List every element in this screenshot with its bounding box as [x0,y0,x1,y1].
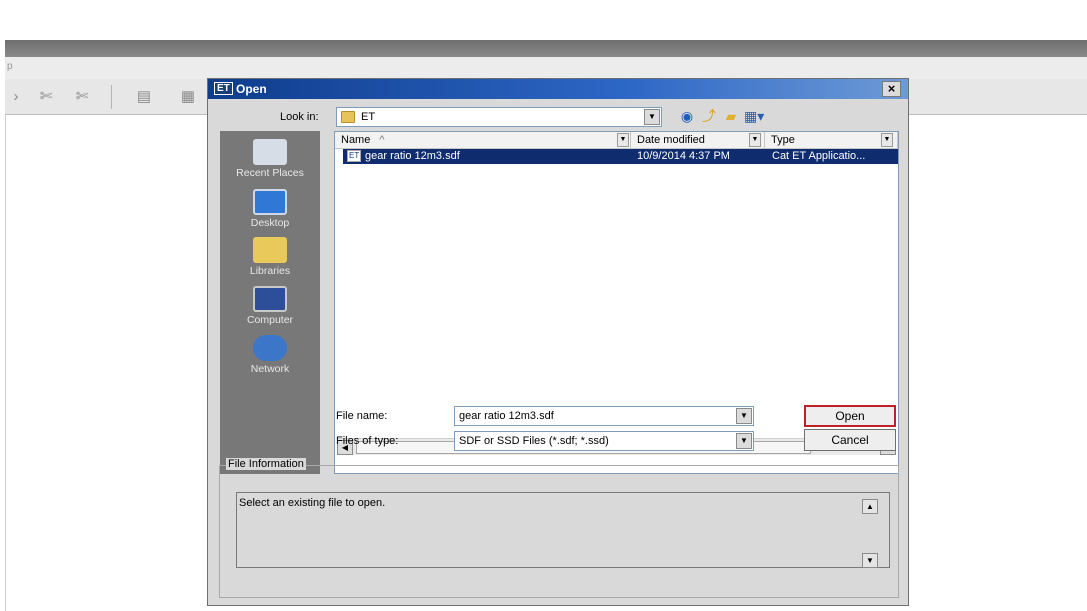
desktop-icon [253,189,287,215]
view-menu-icon[interactable]: ▦▾ [744,108,764,124]
folder-icon [341,111,355,123]
scroll-up-icon[interactable]: ▲ [862,499,878,514]
column-header-name[interactable]: Name ^ ▼ [335,132,631,149]
file-name-label: File name: [336,410,388,422]
toolbar-separator [111,85,112,109]
place-label: Recent Places [236,167,304,179]
file-name-cell: gear ratio 12m3.sdf [365,150,460,162]
place-label: Computer [246,314,294,326]
network-icon [253,335,287,361]
file-type-cell: Cat ET Applicatio... [772,150,866,162]
chevron-down-icon[interactable]: ▼ [749,133,761,147]
computer-icon [253,286,287,312]
dialog-titlebar[interactable]: ET Open × [208,79,908,99]
file-date-cell: 10/9/2014 4:37 PM [637,150,730,162]
look-in-label: Look in: [280,111,319,123]
place-label: Libraries [249,265,291,277]
file-information-legend: File Information [226,458,306,470]
chevron-down-icon[interactable]: ▼ [736,408,752,424]
file-type-select[interactable]: SDF or SSD Files (*.sdf; *.ssd) ▼ [454,431,754,451]
column-header-date[interactable]: Date modified ▼ [631,132,765,149]
file-information-box: Select an existing file to open. ▲ ▼ [236,492,890,568]
file-information-group: File Information Select an existing file… [219,458,899,598]
toolbar-arrow-icon[interactable]: › [5,88,27,106]
look-in-value: ET [361,111,376,123]
file-information-text: Select an existing file to open. [239,497,386,509]
place-computer[interactable]: Computer [220,286,320,326]
open-dialog: ET Open × Look in: ET ▼ ◉ ⤴ ▰ ▦▾ Recent … [207,78,909,606]
column-header-type[interactable]: Type ▼ [765,132,898,149]
file-name-value: gear ratio 12m3.sdf [459,410,554,422]
column-date-label: Date modified [637,134,705,146]
chevron-down-icon[interactable]: ▼ [617,133,629,147]
place-desktop[interactable]: Desktop [220,189,320,229]
cancel-button[interactable]: Cancel [804,429,896,451]
look-in-dropdown[interactable]: ET ▼ [336,107,662,127]
file-row[interactable]: ET gear ratio 12m3.sdf 10/9/2014 4:37 PM… [343,149,898,164]
et-file-icon: ET [347,150,362,162]
place-network[interactable]: Network [220,335,320,375]
chevron-down-icon[interactable]: ▼ [644,109,660,125]
dialog-title: Open [236,82,267,96]
place-libraries[interactable]: Libraries [220,237,320,277]
file-name-input[interactable]: gear ratio 12m3.sdf ▼ [454,406,754,426]
place-label: Desktop [250,217,290,229]
toolbar-connect-icon[interactable]: ✄ [35,88,57,106]
back-icon[interactable]: ◉ [678,108,696,124]
et-app-icon: ET [214,82,233,95]
toolbar-ecm-icon[interactable]: ▤ [133,88,155,106]
sort-arrow-icon: ^ [379,134,385,146]
place-label: Network [250,363,290,375]
new-folder-icon[interactable]: ▰ [722,108,740,124]
places-bar: Recent Places Desktop Libraries Computer… [220,131,320,474]
recent-places-icon [253,139,287,165]
scroll-down-icon[interactable]: ▼ [862,553,878,568]
toolbar-summary-icon[interactable]: ▦ [177,88,199,106]
chevron-down-icon[interactable]: ▼ [736,433,752,449]
column-type-label: Type [771,134,795,146]
close-button[interactable]: × [882,81,901,97]
up-folder-icon[interactable]: ⤴ [700,108,718,124]
open-button[interactable]: Open [804,405,896,427]
libraries-icon [253,237,287,263]
chevron-down-icon[interactable]: ▼ [881,133,893,147]
app-menubar: p [5,57,1087,79]
app-titlebar [5,40,1087,57]
toolbar-disconnect-icon[interactable]: ✄ [71,88,93,106]
file-type-value: SDF or SSD Files (*.sdf; *.ssd) [459,435,609,447]
app-menu-fragment[interactable]: p [7,61,13,72]
file-type-label: Files of type: [336,435,399,447]
column-name-label: Name [341,134,371,146]
place-recent-places[interactable]: Recent Places [220,139,320,179]
